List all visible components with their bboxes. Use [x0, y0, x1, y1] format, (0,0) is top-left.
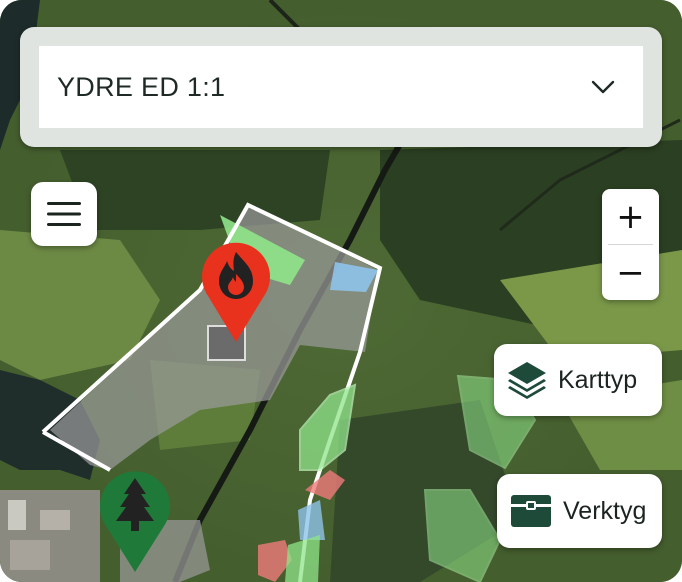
layers-icon — [508, 362, 546, 399]
zoom-out-button[interactable]: − — [602, 245, 659, 300]
hamburger-menu-icon — [47, 202, 81, 226]
tools-label: Verktyg — [563, 496, 647, 525]
menu-button[interactable] — [31, 182, 97, 246]
tools-button[interactable]: Verktyg — [497, 474, 662, 548]
zoom-controls: + − — [602, 189, 659, 300]
chevron-down-icon[interactable] — [591, 77, 615, 97]
map-type-button[interactable]: Karttyp — [494, 344, 662, 416]
map-app: YDRE ED 1:1 + − Karttyp Verktyg — [0, 0, 682, 582]
area-select[interactable]: YDRE ED 1:1 — [39, 46, 643, 128]
area-select-value: YDRE ED 1:1 — [57, 71, 226, 102]
toolbox-icon — [511, 495, 551, 527]
zoom-in-button[interactable]: + — [602, 189, 659, 244]
forest-marker[interactable] — [96, 464, 174, 574]
map-type-label: Karttyp — [558, 365, 638, 394]
area-select-panel: YDRE ED 1:1 — [20, 27, 662, 147]
fire-marker[interactable] — [198, 236, 274, 344]
